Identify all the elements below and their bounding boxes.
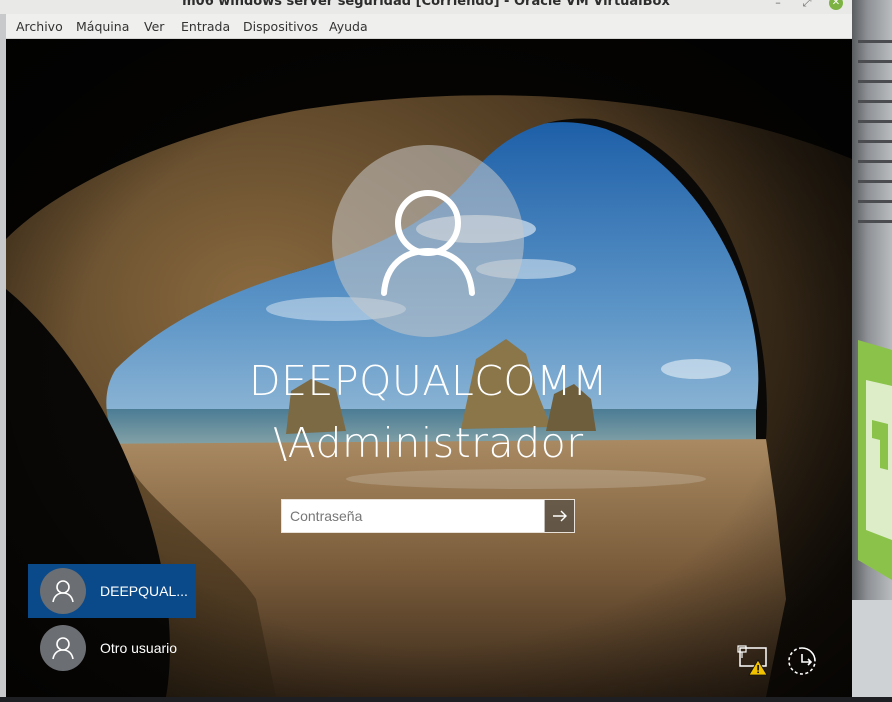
user-tile-deepqualcomm[interactable]: DEEPQUAL... — [28, 564, 196, 618]
avatar — [40, 568, 86, 614]
title-bar: m06 windows server seguridad [Corriendo]… — [0, 0, 852, 14]
host-desktop — [852, 0, 892, 697]
vm-display[interactable]: DEEPQUALCOMM \Administrador DEEPQUAL... … — [6, 39, 852, 697]
user-silhouette-icon — [52, 580, 74, 603]
user-tile-label: DEEPQUAL... — [100, 583, 188, 599]
user-tile-label: Otro usuario — [100, 640, 178, 656]
network-warning-icon — [737, 645, 768, 676]
host-desktop-art — [852, 40, 892, 697]
account-avatar — [332, 145, 524, 337]
menu-entrada[interactable]: Entrada — [181, 19, 230, 34]
user-tile-other-user[interactable]: Otro usuario — [28, 621, 196, 675]
ease-of-access-icon — [788, 647, 816, 675]
user-silhouette-icon — [381, 190, 475, 296]
menu-archivo[interactable]: Archivo — [16, 19, 63, 34]
arrow-right-icon — [553, 510, 567, 522]
menu-dispositivos[interactable]: Dispositivos — [243, 19, 318, 34]
user-silhouette-icon — [52, 637, 74, 660]
window-title: m06 windows server seguridad [Corriendo]… — [182, 0, 670, 9]
password-input[interactable] — [282, 500, 544, 532]
account-name-line1: DEEPQUALCOMM — [249, 357, 608, 405]
account-name-line2: \Administrador — [273, 419, 584, 467]
password-box — [281, 499, 575, 533]
avatar — [40, 625, 86, 671]
minimize-button[interactable]: – — [771, 0, 785, 10]
network-button[interactable] — [736, 644, 770, 678]
menu-ayuda[interactable]: Ayuda — [329, 19, 368, 34]
submit-button[interactable] — [544, 500, 574, 532]
menu-ver[interactable]: Ver — [144, 19, 164, 34]
maximize-button[interactable]: ⤢ — [800, 0, 814, 10]
menu-maquina[interactable]: Máquina — [76, 19, 129, 34]
ease-of-access-button[interactable] — [785, 644, 819, 678]
menu-bar: Archivo Máquina Ver Entrada Dispositivos… — [6, 14, 852, 39]
